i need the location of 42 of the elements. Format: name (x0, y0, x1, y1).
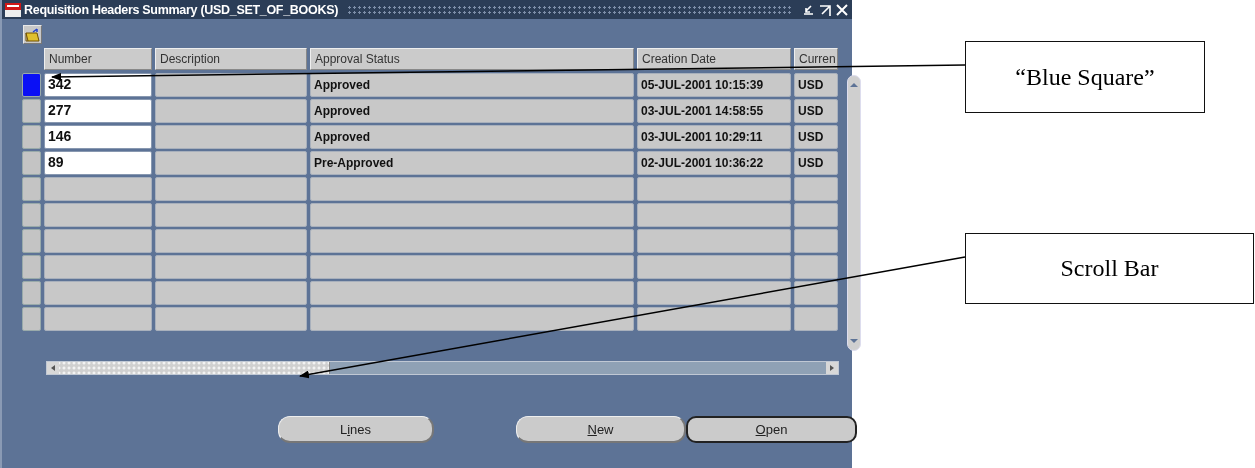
horizontal-scrollbar[interactable] (46, 361, 839, 375)
table-cell: Pre-Approved (310, 151, 634, 175)
table-cell: USD (794, 99, 838, 123)
callout-label: “Blue Square” (965, 41, 1205, 113)
column-header[interactable]: Description (155, 48, 307, 70)
close-icon[interactable] (835, 2, 849, 17)
maximize-icon[interactable] (818, 2, 832, 17)
table-cell (794, 177, 838, 201)
table-cell: 03-JUL-2001 10:29:11 (637, 125, 791, 149)
table-cell: USD (794, 125, 838, 149)
number-field[interactable]: 342 (44, 73, 152, 97)
number-field[interactable]: 277 (44, 99, 152, 123)
folder-icon (25, 27, 40, 42)
table-cell: USD (794, 73, 838, 97)
minimize-icon[interactable] (801, 2, 815, 17)
table-cell: 05-JUL-2001 10:15:39 (637, 73, 791, 97)
table-cell (794, 229, 838, 253)
row-indicator[interactable] (22, 73, 41, 97)
open-button[interactable]: Open (686, 416, 857, 443)
table-cell: 03-JUL-2001 14:58:55 (637, 99, 791, 123)
column-header[interactable]: Curren (794, 48, 838, 70)
table-cell (794, 307, 838, 331)
column-header[interactable]: Creation Date (637, 48, 791, 70)
table-cell (794, 281, 838, 305)
table-cell (794, 203, 838, 227)
table-cell (794, 255, 838, 279)
window-title: Requisition Headers Summary (USD_SET_OF_BOOKS) (24, 2, 339, 17)
column-header[interactable]: Number (44, 48, 152, 70)
new-button[interactable]: New (516, 416, 686, 443)
callout-label: Scroll Bar (965, 233, 1254, 304)
table-cell: USD (794, 151, 838, 175)
vertical-scrollbar[interactable] (847, 75, 861, 351)
number-field[interactable]: 146 (44, 125, 152, 149)
toolbar-button[interactable] (23, 25, 42, 44)
table-cell: Approved (310, 99, 634, 123)
column-header[interactable]: Approval Status (310, 48, 634, 70)
number-field[interactable]: 89 (44, 151, 152, 175)
lines-button[interactable]: Lines (278, 416, 434, 443)
table-cell: Approved (310, 125, 634, 149)
table-cell: 02-JUL-2001 10:36:22 (637, 151, 791, 175)
app-icon (5, 2, 21, 17)
table-cell: Approved (310, 73, 634, 97)
